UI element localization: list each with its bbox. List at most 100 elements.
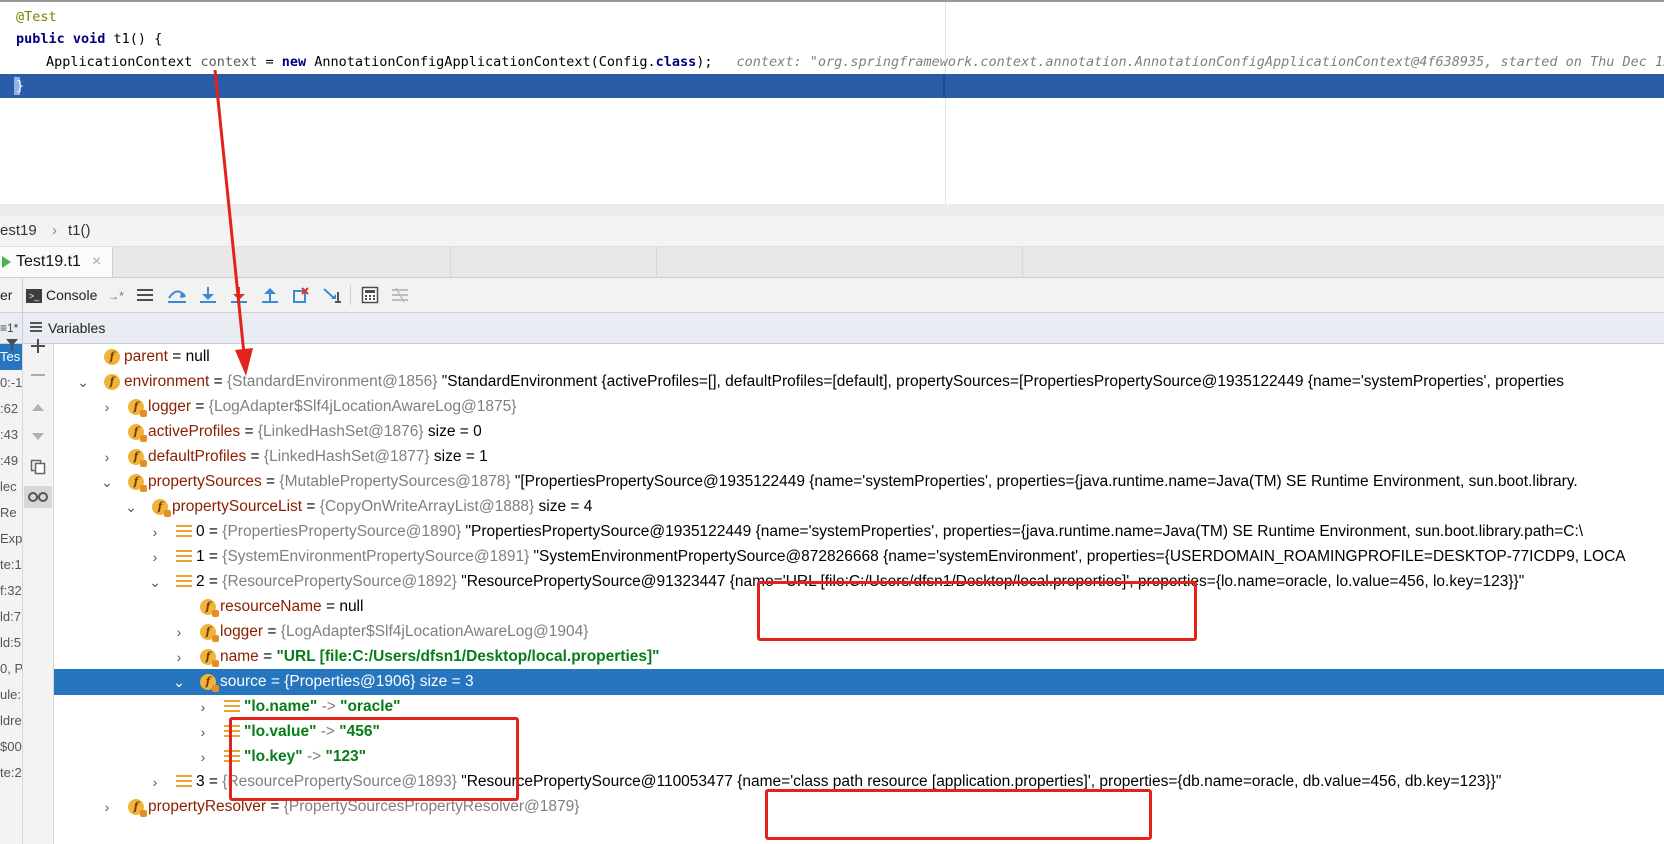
frame-row[interactable]: te:2 (0, 760, 22, 786)
debugger-toolbar: er >_ Console →* (0, 278, 1664, 313)
tree-row-active-profiles[interactable]: f activeProfiles = {LinkedHashSet@1876} … (54, 419, 1664, 445)
tree-row-logger[interactable]: › f logger = {LogAdapter$Slf4jLocationAw… (54, 394, 1664, 420)
show-watches-toggle-icon[interactable] (24, 486, 52, 508)
frame-row[interactable]: lec (0, 474, 17, 500)
editor-horizontal-scrollbar[interactable] (0, 204, 1664, 216)
final-field-icon: f (128, 799, 147, 817)
evaluate-expression-icon[interactable] (359, 284, 381, 306)
tree-row-property-resolver[interactable]: › f propertyResolver = {PropertySourcesP… (54, 794, 1664, 820)
frame-row[interactable]: ld:7 (0, 604, 21, 630)
add-watch-icon[interactable] (27, 335, 49, 357)
tree-row-item-3[interactable]: › 3 = {ResourcePropertySource@1893} "Res… (54, 769, 1664, 795)
tree-row-default-profiles[interactable]: › f defaultProfiles = {LinkedHashSet@187… (54, 444, 1664, 470)
show-execution-point-icon[interactable] (134, 284, 156, 306)
final-field-icon: f (200, 624, 219, 642)
breadcrumb-method[interactable]: t1() (68, 216, 91, 246)
expand-chevron-icon[interactable]: › (100, 444, 114, 470)
drop-frame-icon[interactable] (290, 284, 312, 306)
tree-row-source-selected[interactable]: ⌄ f source = {Properties@1906} size = 3 (54, 669, 1664, 695)
console-tab[interactable]: >_ Console →* (26, 278, 124, 312)
variables-tree[interactable]: f parent = null ⌄ f environment = {Stand… (54, 344, 1664, 844)
frame-row[interactable]: 0, P (0, 656, 22, 682)
frame-row[interactable]: :62 (0, 396, 18, 422)
copy-icon[interactable] (27, 456, 49, 478)
equals-text: = (263, 623, 281, 640)
var-ref: {LogAdapter$Slf4jLocationAwareLog@1904} (280, 623, 589, 640)
tree-row-name[interactable]: › f name = "URL [file:C:/Users/dfsn1/Des… (54, 644, 1664, 670)
step-out-icon[interactable] (259, 284, 281, 306)
step-into-icon[interactable] (197, 284, 219, 306)
var-name: propertyResolver (148, 798, 267, 815)
frame-row[interactable]: Exp (0, 526, 22, 552)
debugger-tab-cut-label[interactable]: er (0, 278, 12, 312)
tree-row-item-2[interactable]: ⌄ 2 = {ResourcePropertySource@1892} "Res… (54, 569, 1664, 595)
tab-divider (1022, 247, 1023, 277)
tree-row-entry-lo-value[interactable]: › "lo.value" -> "456" (54, 719, 1664, 745)
remove-watch-icon[interactable] (27, 364, 49, 386)
list-item-icon (224, 700, 240, 714)
frame-row[interactable]: $00 (0, 734, 22, 760)
filter-icon[interactable] (1, 334, 23, 356)
tab-label: Test19.t1 (16, 253, 81, 270)
keyword-text: public void (16, 31, 106, 47)
move-down-icon[interactable] (27, 426, 49, 448)
expand-chevron-icon[interactable]: › (148, 544, 162, 570)
tree-row-item-0[interactable]: › 0 = {PropertiesPropertySource@1890} "P… (54, 519, 1664, 545)
expand-chevron-icon[interactable]: › (172, 644, 186, 670)
tree-row-property-sources[interactable]: ⌄ f propertySources = {MutablePropertySo… (54, 469, 1664, 495)
tree-row-property-source-list[interactable]: ⌄ f propertySourceList = {CopyOnWriteArr… (54, 494, 1664, 520)
equals-text: = (246, 448, 264, 465)
var-value: "ResourcePropertySource@91323447 {name='… (456, 573, 1525, 590)
tree-row-environment[interactable]: ⌄ f environment = {StandardEnvironment@1… (54, 369, 1664, 395)
tree-row-entry-lo-name[interactable]: › "lo.name" -> "oracle" (54, 694, 1664, 720)
var-value: size = 3 (415, 673, 474, 690)
collapse-chevron-icon[interactable]: ⌄ (148, 569, 162, 595)
expand-chevron-icon[interactable]: › (148, 519, 162, 545)
equals-text: = (204, 523, 223, 540)
frame-row[interactable]: Re (0, 500, 17, 526)
tab-test19-t1[interactable]: Test19.t1 × (0, 247, 113, 277)
frame-row[interactable]: ldre (0, 708, 22, 734)
final-field-icon: f (128, 449, 147, 467)
expand-chevron-icon[interactable]: › (100, 794, 114, 820)
code-editor[interactable]: @Test public void t1() { ApplicationCont… (0, 0, 1664, 218)
var-name: propertySources (148, 473, 262, 490)
type-text: ApplicationContext (46, 54, 193, 70)
expand-chevron-icon[interactable]: › (196, 719, 210, 745)
expand-chevron-icon[interactable]: › (196, 694, 210, 720)
force-step-into-icon[interactable] (228, 284, 250, 306)
frames-list-strip[interactable]: Tes 0:-1:62:43:49 lec Re Exp te:1 f:32 ld:7 ld:5… (0, 344, 23, 844)
entry-value: "456" (339, 723, 380, 740)
tab-close-icon[interactable]: × (92, 247, 101, 277)
debug-tab-bar: Test19.t1 × (0, 247, 1664, 278)
collapse-chevron-icon[interactable]: ⌄ (124, 494, 138, 520)
frame-row[interactable]: ld:5 (0, 630, 21, 656)
console-pin-icon[interactable]: →* (107, 289, 124, 303)
expand-chevron-icon[interactable]: › (196, 744, 210, 770)
frame-row[interactable]: :49 (0, 448, 18, 474)
right-margin-guide (945, 2, 946, 218)
move-up-icon[interactable] (27, 396, 49, 418)
var-name: logger (220, 623, 264, 640)
step-over-icon[interactable] (166, 284, 188, 306)
frame-row[interactable]: 0:-1 (0, 370, 22, 396)
tree-row-parent[interactable]: f parent = null (54, 344, 1664, 370)
collapse-chevron-icon[interactable]: ⌄ (100, 469, 114, 495)
frame-row[interactable]: te:1 (0, 552, 22, 578)
breadcrumb-class[interactable]: est19 (0, 216, 37, 246)
collapse-chevron-icon[interactable]: ⌄ (76, 369, 90, 395)
tree-row-item-1[interactable]: › 1 = {SystemEnvironmentPropertySource@1… (54, 544, 1664, 570)
frame-row[interactable]: ule: (0, 682, 21, 708)
frame-row[interactable]: f:32 (0, 578, 22, 604)
run-to-cursor-icon[interactable] (321, 284, 343, 306)
list-item-icon (176, 550, 192, 564)
tab-divider (450, 247, 451, 277)
tree-row-logger-2[interactable]: › f logger = {LogAdapter$Slf4jLocationAw… (54, 619, 1664, 645)
expand-chevron-icon[interactable]: › (172, 619, 186, 645)
tree-row-entry-lo-key[interactable]: › "lo.key" -> "123" (54, 744, 1664, 770)
expand-chevron-icon[interactable]: › (148, 769, 162, 795)
collapse-chevron-icon[interactable]: ⌄ (172, 669, 186, 695)
expand-chevron-icon[interactable]: › (100, 394, 114, 420)
frame-row[interactable]: :43 (0, 422, 18, 448)
tree-row-resource-name[interactable]: f resourceName = null (54, 594, 1664, 620)
